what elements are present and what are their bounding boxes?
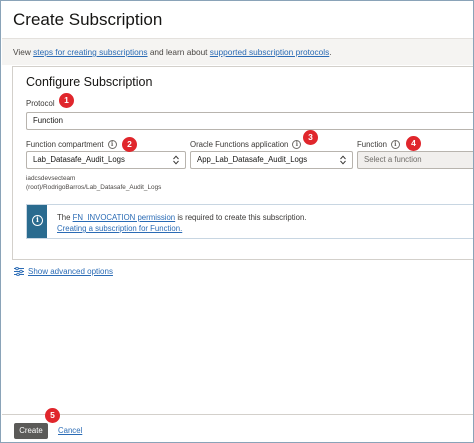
dialog-footer: Create Cancel: [2, 414, 473, 442]
dialog-header: Create Subscription: [2, 2, 473, 39]
info-message: i The FN_INVOCATION permission is requir…: [26, 204, 473, 239]
protocol-label: Protocol: [26, 99, 55, 108]
callout-badge-2: 2: [122, 137, 137, 152]
chevron-updown-icon: [340, 155, 346, 165]
compartment-path: iadcsdevsecteam (root)/RodrigoBarros/Lab…: [26, 175, 162, 191]
function-compartment-select[interactable]: Lab_Datasafe_Audit_Logs: [26, 151, 186, 169]
steps-link[interactable]: steps for creating subscriptions: [33, 47, 147, 57]
callout-badge-4: 4: [406, 136, 421, 151]
functions-application-label-text: Oracle Functions application: [190, 140, 289, 149]
show-advanced-options-label: Show advanced options: [28, 267, 113, 276]
description-suffix: .: [329, 47, 332, 57]
description-text: View steps for creating subscriptions an…: [13, 47, 332, 57]
creating-subscription-link[interactable]: Creating a subscription for Function.: [57, 224, 182, 233]
configure-subscription-card: Configure Subscription Protocol Function…: [12, 66, 473, 260]
create-button[interactable]: Create: [14, 423, 48, 439]
function-compartment-label: Function compartment i: [26, 140, 117, 150]
info-icon[interactable]: i: [292, 140, 302, 150]
section-title: Configure Subscription: [26, 75, 153, 89]
protocol-select[interactable]: Function: [26, 112, 473, 130]
chevron-updown-icon: [173, 155, 179, 165]
page-title: Create Subscription: [13, 10, 163, 29]
function-label: Function i: [357, 140, 400, 150]
protocols-link[interactable]: supported subscription protocols: [210, 47, 329, 57]
description-prefix: View: [13, 47, 34, 57]
info-prefix: The: [57, 213, 73, 222]
sliders-icon: [14, 267, 24, 277]
info-icon[interactable]: i: [107, 140, 117, 150]
fn-invocation-permission-link[interactable]: FN_INVOCATION permission: [73, 213, 176, 222]
dialog: Create Subscription View steps for creat…: [0, 0, 474, 443]
info-message-text: The FN_INVOCATION permission is required…: [57, 213, 306, 222]
info-suffix: is required to create this subscription.: [175, 213, 307, 222]
show-advanced-options-link[interactable]: Show advanced options: [14, 267, 113, 277]
callout-badge-3: 3: [303, 130, 318, 145]
functions-application-value: App_Lab_Datasafe_Audit_Logs: [197, 155, 308, 164]
function-label-text: Function: [357, 140, 387, 149]
function-placeholder: Select a function: [364, 155, 422, 164]
functions-application-select[interactable]: App_Lab_Datasafe_Audit_Logs: [190, 151, 353, 169]
info-icon: i: [32, 215, 43, 226]
description-middle: and learn about: [147, 47, 210, 57]
info-icon[interactable]: i: [390, 140, 400, 150]
function-select[interactable]: Select a function: [357, 151, 473, 169]
cancel-link[interactable]: Cancel: [58, 426, 82, 435]
callout-badge-1: 1: [59, 93, 74, 108]
function-compartment-label-text: Function compartment: [26, 140, 104, 149]
function-compartment-value: Lab_Datasafe_Audit_Logs: [33, 155, 125, 164]
description-bar: View steps for creating subscriptions an…: [2, 39, 473, 65]
functions-application-label: Oracle Functions application i: [190, 140, 302, 150]
protocol-value: Function: [33, 116, 63, 125]
info-strip: i: [27, 205, 47, 238]
callout-badge-5: 5: [45, 408, 60, 423]
